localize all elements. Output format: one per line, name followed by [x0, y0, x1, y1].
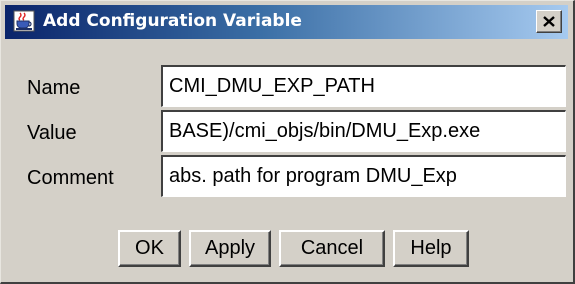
apply-button[interactable]: Apply [189, 230, 271, 267]
title-bar[interactable]: Add Configuration Variable [5, 5, 568, 39]
value-label: Value [27, 122, 77, 144]
help-button[interactable]: Help [393, 230, 469, 267]
comment-field[interactable] [161, 155, 566, 197]
close-button[interactable] [536, 10, 562, 33]
name-label: Name [27, 77, 81, 99]
close-icon [543, 16, 555, 27]
cancel-button[interactable]: Cancel [279, 230, 385, 267]
value-field[interactable] [161, 110, 566, 152]
ok-button[interactable]: OK [118, 230, 181, 267]
java-cup-icon [12, 9, 36, 33]
window-title: Add Configuration Variable [43, 11, 302, 31]
add-configuration-variable-dialog: Add Configuration Variable Name Value Co… [0, 0, 575, 284]
name-field[interactable] [161, 65, 566, 107]
comment-label: Comment [27, 167, 114, 189]
